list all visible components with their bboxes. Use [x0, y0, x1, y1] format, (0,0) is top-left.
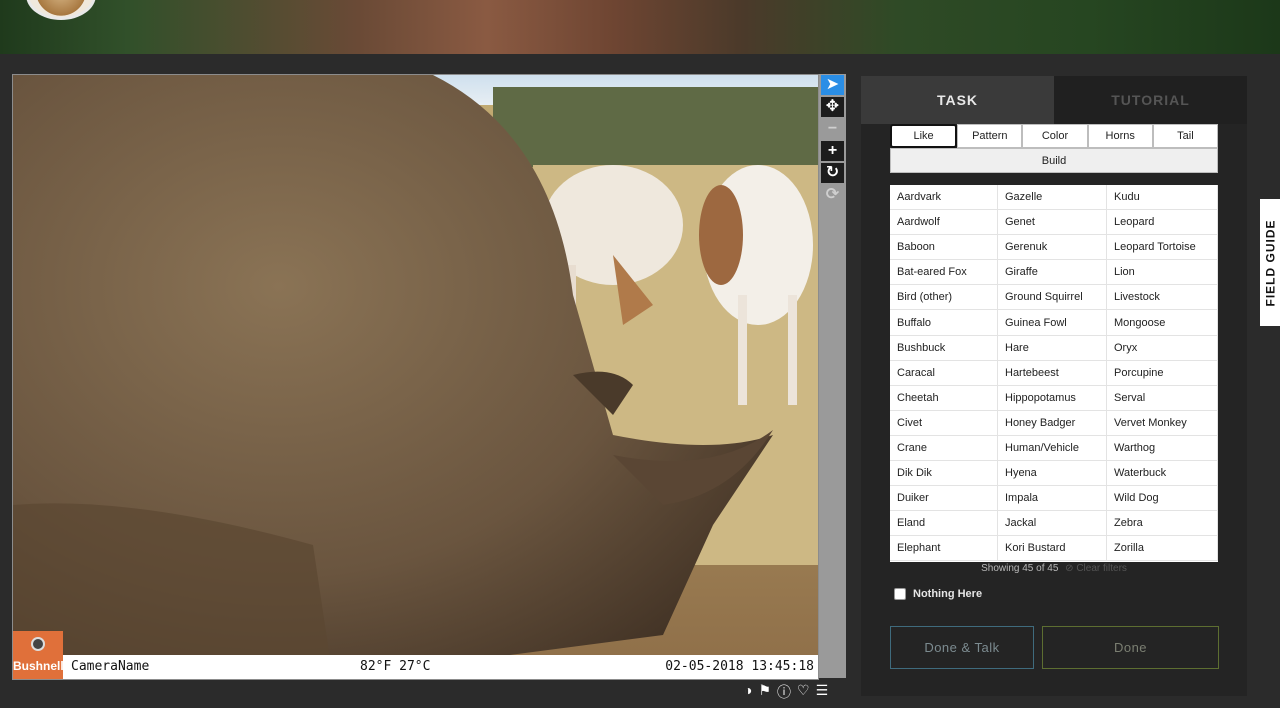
nothing-here-checkbox[interactable]: Nothing Here: [894, 588, 982, 600]
collections-icon[interactable]: ☰: [816, 682, 829, 702]
camera-trap-photo: [13, 75, 818, 679]
species-choice-grid: Aardvark Gazelle Kudu Aardwolf Genet Leopard B…: [890, 185, 1218, 562]
species-choice[interactable]: Guinea Fowl: [998, 310, 1107, 336]
field-guide-tab[interactable]: FIELD GUIDE: [1260, 199, 1280, 326]
species-choice[interactable]: Hartebeest: [998, 360, 1107, 386]
checkbox-box[interactable]: [894, 588, 906, 600]
tab-task[interactable]: TASK: [861, 76, 1054, 124]
species-choice[interactable]: Genet: [998, 210, 1107, 236]
species-choice[interactable]: Livestock: [1107, 285, 1218, 311]
species-choice[interactable]: Mongoose: [1107, 310, 1218, 336]
species-choice[interactable]: Eland: [890, 511, 998, 537]
species-choice[interactable]: Zorilla: [1107, 536, 1218, 562]
flag-icon[interactable]: ⚑: [758, 682, 771, 702]
species-choice[interactable]: Hippopotamus: [998, 385, 1107, 411]
project-avatar[interactable]: [26, 0, 96, 20]
species-choice[interactable]: Warthog: [1107, 435, 1218, 462]
species-choice[interactable]: Gerenuk: [998, 235, 1107, 261]
species-choice[interactable]: Caracal: [890, 360, 998, 386]
filter-bar: Like Pattern Color Horns Tail Build: [890, 124, 1219, 173]
filter-build-button[interactable]: Build: [890, 148, 1218, 173]
species-choice[interactable]: Zebra: [1107, 511, 1218, 537]
species-choice[interactable]: Giraffe: [998, 260, 1107, 286]
species-choice[interactable]: Crane: [890, 435, 998, 462]
species-choice[interactable]: Ground Squirrel: [998, 285, 1107, 311]
camera-timestamp: 02-05-2018 13:45:18: [665, 659, 814, 674]
showing-text: Showing 45 of 45: [981, 563, 1059, 574]
nothing-here-label: Nothing Here: [913, 588, 983, 600]
species-choice[interactable]: Bird (other): [890, 285, 998, 311]
subject-image[interactable]: Bushnell CameraName 82°F 27°C 02-05-2018…: [12, 74, 819, 680]
done-button[interactable]: Done: [1042, 626, 1219, 669]
field-guide-label: FIELD GUIDE: [1263, 218, 1278, 307]
species-choice[interactable]: Wild Dog: [1107, 486, 1218, 512]
zoom-out-icon[interactable]: −: [821, 119, 844, 139]
image-toolbar: ➤ ✥ − + ↻ ⟳: [819, 74, 846, 678]
task-panel: TASK TUTORIAL Like Pattern Color Horns T…: [861, 76, 1247, 696]
species-choice[interactable]: Honey Badger: [998, 410, 1107, 436]
info-icon[interactable]: ⓘ: [777, 682, 791, 702]
species-choice[interactable]: Oryx: [1107, 335, 1218, 361]
species-choice[interactable]: Buffalo: [890, 310, 998, 336]
task-tabs: TASK TUTORIAL: [861, 76, 1247, 124]
pointer-icon[interactable]: ➤: [821, 75, 844, 95]
species-choice[interactable]: Human/Vehicle: [998, 435, 1107, 462]
subject-meta-tools: ◑ ⚑ ⓘ ♡ ☰: [744, 682, 828, 702]
camera-brand: Bushnell: [13, 659, 64, 673]
brand-logo-icon: [31, 637, 45, 651]
filter-row: Like Pattern Color Horns Tail: [890, 124, 1219, 148]
species-choice[interactable]: Aardvark: [890, 185, 998, 211]
done-and-talk-button[interactable]: Done & Talk: [890, 626, 1034, 669]
species-choice[interactable]: Waterbuck: [1107, 461, 1218, 487]
species-choice[interactable]: Aardwolf: [890, 210, 998, 236]
showing-count: Showing 45 of 45 ⊘ Clear filters: [890, 563, 1218, 574]
camera-name: CameraName: [71, 659, 150, 674]
species-choice[interactable]: Baboon: [890, 235, 998, 261]
species-choice[interactable]: Cheetah: [890, 385, 998, 411]
species-choice[interactable]: Civet: [890, 410, 998, 436]
rotate-icon[interactable]: ↻: [821, 163, 844, 183]
species-choice[interactable]: Dik Dik: [890, 461, 998, 487]
project-banner: [0, 0, 1280, 54]
filter-like-button[interactable]: Like: [890, 124, 958, 148]
clear-filters-label: Clear filters: [1076, 563, 1127, 574]
filter-pattern-button[interactable]: Pattern: [957, 124, 1023, 148]
species-choice[interactable]: Serval: [1107, 385, 1218, 411]
species-choice[interactable]: Bushbuck: [890, 335, 998, 361]
camera-brand-logo: Bushnell: [13, 631, 64, 679]
species-choice[interactable]: Bat-eared Fox: [890, 260, 998, 286]
species-choice[interactable]: Kori Bustard: [998, 536, 1107, 562]
species-choice[interactable]: Hyena: [998, 461, 1107, 487]
reset-icon[interactable]: ⟳: [821, 185, 844, 205]
move-icon[interactable]: ✥: [821, 97, 844, 117]
zoom-in-icon[interactable]: +: [821, 141, 844, 161]
filter-tail-button[interactable]: Tail: [1152, 124, 1219, 148]
tab-tutorial[interactable]: TUTORIAL: [1054, 76, 1247, 124]
camera-info-strip: Bushnell CameraName 82°F 27°C 02-05-2018…: [13, 631, 818, 679]
species-choice[interactable]: Leopard Tortoise: [1107, 235, 1218, 261]
camera-temperature: 82°F 27°C: [360, 659, 431, 674]
species-choice[interactable]: Hare: [998, 335, 1107, 361]
species-choice[interactable]: Duiker: [890, 486, 998, 512]
clear-filters-link[interactable]: ⊘ Clear filters: [1065, 563, 1127, 574]
species-choice[interactable]: Vervet Monkey: [1107, 410, 1218, 436]
species-choice[interactable]: Elephant: [890, 536, 998, 562]
filter-horns-button[interactable]: Horns: [1087, 124, 1153, 148]
favorite-icon[interactable]: ♡: [797, 682, 810, 702]
species-choice[interactable]: Lion: [1107, 260, 1218, 286]
species-choice[interactable]: Kudu: [1107, 185, 1218, 211]
species-choice[interactable]: Gazelle: [998, 185, 1107, 211]
invert-icon[interactable]: ◑: [744, 682, 752, 702]
species-choice[interactable]: Porcupine: [1107, 360, 1218, 386]
species-choice[interactable]: Impala: [998, 486, 1107, 512]
filter-color-button[interactable]: Color: [1022, 124, 1088, 148]
species-choice[interactable]: Jackal: [998, 511, 1107, 537]
species-choice[interactable]: Leopard: [1107, 210, 1218, 236]
